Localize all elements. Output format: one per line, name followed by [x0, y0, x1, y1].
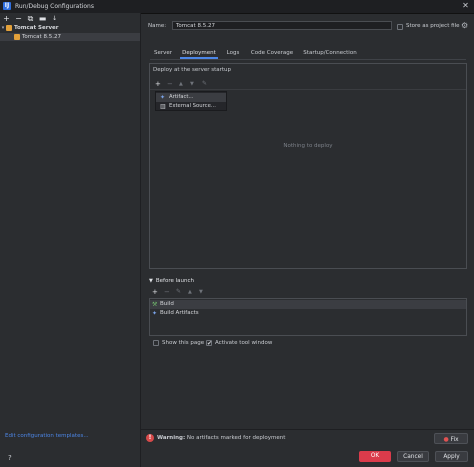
add-icon[interactable]: +: [152, 288, 158, 296]
list-item-label: Build Artifacts: [160, 310, 199, 316]
empty-state: Nothing to deploy: [283, 143, 333, 149]
move-down-icon[interactable]: ▼: [199, 288, 203, 296]
deploy-list[interactable]: [150, 89, 466, 266]
window-title: Run/Debug Configurations: [15, 3, 94, 10]
cancel-button[interactable]: Cancel: [397, 451, 429, 462]
tree-item-label: Tomcat 8.5.27: [22, 34, 61, 40]
edit-templates-link[interactable]: Edit configuration templates...: [5, 433, 89, 439]
menu-item-label: Artifact...: [169, 94, 194, 100]
menu-item-label: External Source...: [169, 103, 216, 109]
before-launch-list: ⚒ Build ✦ Build Artifacts: [149, 298, 467, 336]
list-item-label: Build: [160, 301, 174, 307]
before-launch-header[interactable]: ▼ Before launch: [149, 278, 194, 284]
tab-divider: [150, 59, 466, 60]
warning-text: No artifacts marked for deployment: [185, 435, 286, 441]
activate-tool-checkbox[interactable]: ✔: [206, 340, 212, 347]
tab-logs[interactable]: Logs: [222, 48, 244, 59]
tab-deployment[interactable]: Deployment: [180, 48, 218, 59]
name-field[interactable]: Tomcat 8.5.27: [172, 21, 392, 30]
remove-configuration-icon[interactable]: −: [14, 14, 23, 23]
artifact-icon: ✦: [152, 310, 158, 317]
move-up-icon[interactable]: ▲: [188, 288, 192, 296]
activate-tool-label: Activate tool window: [215, 340, 273, 346]
add-menu-popup: ✦ Artifact... ▥ External Source...: [155, 91, 227, 111]
list-item-build[interactable]: ⚒ Build: [150, 300, 466, 309]
before-launch-title: Before launch: [155, 278, 194, 284]
fix-label: Fix: [450, 437, 459, 443]
show-page-checkbox[interactable]: [153, 340, 159, 346]
menu-item-external-source[interactable]: ▥ External Source...: [156, 102, 226, 111]
edit-icon[interactable]: ✎: [202, 80, 207, 88]
tab-code-coverage[interactable]: Code Coverage: [248, 48, 296, 59]
remove-icon[interactable]: −: [164, 288, 170, 296]
build-icon: ⚒: [152, 301, 158, 308]
sort-icon[interactable]: ↓: [50, 14, 59, 23]
fix-button[interactable]: ● Fix: [434, 433, 468, 444]
remove-icon[interactable]: −: [167, 80, 173, 88]
list-item-build-artifacts[interactable]: ✦ Build Artifacts: [150, 309, 466, 318]
tree-group-label: Tomcat Server: [14, 25, 59, 31]
apply-button[interactable]: Apply: [435, 451, 468, 462]
deploy-panel-title: Deploy at the server startup: [153, 67, 232, 73]
app-icon: IJ: [3, 2, 11, 10]
gear-icon[interactable]: ⚙: [461, 21, 468, 30]
bulb-icon: ●: [443, 436, 449, 443]
edit-icon[interactable]: ✎: [176, 288, 181, 296]
name-label: Name:: [148, 23, 167, 29]
store-as-project-checkbox[interactable]: [397, 24, 403, 30]
show-page-label: Show this page: [162, 340, 205, 346]
separator: [141, 429, 474, 430]
tomcat-icon: [14, 33, 20, 40]
copy-configuration-icon[interactable]: ⧉: [26, 14, 35, 23]
chevron-down-icon: ▼: [149, 278, 153, 284]
close-icon[interactable]: ✕: [461, 1, 470, 10]
error-icon: !: [146, 434, 154, 442]
help-icon[interactable]: ?: [8, 454, 12, 462]
warning-bold: Warning:: [157, 435, 186, 441]
menu-item-artifact[interactable]: ✦ Artifact...: [156, 93, 226, 102]
move-down-icon[interactable]: ▼: [190, 80, 194, 88]
folder-icon[interactable]: ▬: [38, 14, 47, 23]
add-configuration-icon[interactable]: +: [2, 14, 11, 23]
ok-button[interactable]: OK: [359, 451, 391, 462]
bars-icon: ▥: [160, 103, 166, 110]
tree-group-tomcat-server[interactable]: ▾ Tomcat Server: [0, 24, 140, 32]
add-icon[interactable]: +: [155, 80, 161, 88]
tree-item-tomcat[interactable]: Tomcat 8.5.27: [0, 33, 140, 41]
store-as-project-label: Store as project file: [406, 23, 460, 29]
configurations-sidebar: + − ⧉ ▬ ↓ ▾ Tomcat Server Tomcat 8.5.27 E…: [0, 13, 141, 467]
tab-startup-connection[interactable]: Startup/Connection: [300, 48, 360, 59]
warning-message: Warning: No artifacts marked for deploym…: [157, 435, 285, 441]
move-up-icon[interactable]: ▲: [179, 80, 183, 88]
tab-server[interactable]: Server: [150, 48, 176, 59]
artifact-icon: ✦: [160, 94, 166, 101]
tomcat-icon: [6, 24, 12, 31]
